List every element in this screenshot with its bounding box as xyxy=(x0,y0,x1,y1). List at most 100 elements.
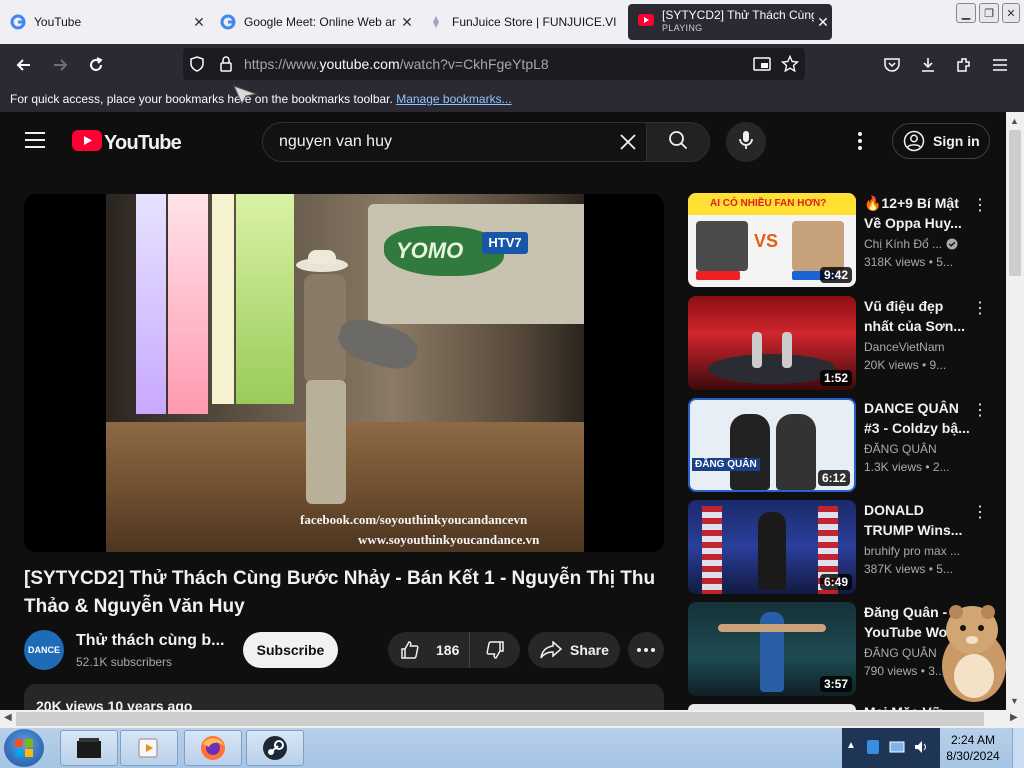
shield-icon[interactable] xyxy=(189,56,205,77)
volume-icon[interactable] xyxy=(912,738,930,761)
video-title: [SYTYCD2] Thử Thách Cùng Bước Nhảy - Bán… xyxy=(24,565,664,621)
taskbar-firefox[interactable] xyxy=(184,730,242,766)
black-window-icon xyxy=(75,736,103,760)
scrollbar-thumb[interactable] xyxy=(16,712,984,726)
recommendation-meta: 318K views • 5... xyxy=(864,255,953,269)
back-icon[interactable] xyxy=(12,53,36,77)
scroll-right-icon[interactable]: ▶ xyxy=(1010,712,1018,723)
voice-search-button[interactable] xyxy=(726,122,766,162)
more-actions-button[interactable] xyxy=(628,632,664,668)
clear-search-icon[interactable] xyxy=(619,133,637,156)
scrollbar-thumb[interactable] xyxy=(1009,130,1021,276)
lock-icon[interactable] xyxy=(219,55,233,78)
tab-funjuice[interactable]: FunJuice Store | FUNJUICE.VI xyxy=(418,4,624,40)
network-icon[interactable] xyxy=(888,738,906,761)
recommendation-title: DANCE QUÂN #3 - Coldzy bậ... xyxy=(864,400,970,436)
recommendation-menu-icon[interactable]: ⋮ xyxy=(972,195,988,215)
recommendation-menu-icon[interactable]: ⋮ xyxy=(972,400,988,420)
like-button[interactable]: 186 xyxy=(388,632,470,668)
picture-in-picture-icon[interactable] xyxy=(753,56,771,77)
video-thumbnail[interactable]: ĐĂNG QUÂN 6:12 xyxy=(688,398,856,492)
share-button[interactable]: Share xyxy=(528,632,620,668)
channel-avatar[interactable]: DANCE xyxy=(24,630,64,670)
recommendation-channel[interactable]: Chị Kính Đổ ... xyxy=(864,237,976,251)
sign-in-button[interactable]: Sign in xyxy=(892,123,990,159)
guide-menu-icon[interactable] xyxy=(24,131,46,154)
channel-name[interactable]: Thử thách cùng b... xyxy=(76,632,224,650)
stage-logo-text: YOMO xyxy=(396,238,464,263)
recommendation-item[interactable]: 6:49 DONALD TRUMP Wins... bruhify pro max… xyxy=(688,500,1006,596)
pocket-icon[interactable] xyxy=(880,53,904,77)
recommendation-item[interactable]: ĐĂNG QUÂN 6:12 DANCE QUÂN #3 - Coldzy bậ.… xyxy=(688,398,1006,494)
recommendation-channel[interactable]: DanceVietNam xyxy=(864,340,976,354)
steam-icon xyxy=(261,734,289,762)
video-thumbnail[interactable]: 6:49 xyxy=(688,500,856,594)
recommendation-channel[interactable]: ĐĂNG QUÂN xyxy=(864,442,976,456)
recommendation-item[interactable]: 1:52 Vũ điệu đẹp nhất của Sơn... DanceVie… xyxy=(688,296,1006,392)
bookmark-star-icon[interactable] xyxy=(780,54,800,78)
search-button[interactable] xyxy=(646,122,710,162)
taskbar-steam[interactable] xyxy=(246,730,304,766)
video-duration: 6:12 xyxy=(817,470,850,486)
store-icon xyxy=(428,14,444,30)
vertical-scrollbar[interactable]: ▲ ▼ xyxy=(1006,112,1024,710)
youtube-header: YouTube nguyen van huy Sign in xyxy=(0,112,1006,170)
taskbar-app-window[interactable] xyxy=(60,730,118,766)
tray-app-icon[interactable] xyxy=(864,738,882,761)
close-window-icon[interactable]: ✕ xyxy=(1002,3,1020,23)
video-duration: 9:42 xyxy=(819,267,852,283)
close-icon[interactable]: ✕ xyxy=(398,14,416,31)
subscribe-label: Subscribe xyxy=(256,642,325,658)
recommendation-menu-icon[interactable]: ⋮ xyxy=(972,502,988,522)
recommendation-channel[interactable]: bruhify pro max ... xyxy=(864,544,976,558)
mouse-cursor-icon xyxy=(232,84,258,111)
minimize-icon[interactable]: ▁ xyxy=(956,3,976,23)
show-hidden-icons-icon[interactable]: ▲ xyxy=(846,740,856,751)
subscribe-button[interactable]: Subscribe xyxy=(243,632,338,668)
recommendation-item[interactable]: AI CÓ NHIỀU FAN HƠN? VS 9:42 🔥12+9 Bí Mậ… xyxy=(688,193,1006,289)
tab-title: FunJuice Store | FUNJUICE.VI xyxy=(452,15,617,29)
search-input[interactable]: nguyen van huy xyxy=(262,122,648,162)
show-desktop-button[interactable] xyxy=(1012,728,1024,768)
taskbar-clock[interactable]: 2:24 AM 8/30/2024 xyxy=(938,732,1008,764)
like-count: 186 xyxy=(436,642,460,658)
forward-icon[interactable] xyxy=(48,53,72,77)
recommendation-menu-icon[interactable]: ⋮ xyxy=(972,298,988,318)
clock-time: 2:24 AM xyxy=(950,733,996,747)
youtube-logo[interactable]: YouTube xyxy=(72,130,182,156)
video-frame: YOMO HTV7 facebook.com/soyouthinkyoucand… xyxy=(106,194,584,552)
video-player[interactable]: YOMO HTV7 facebook.com/soyouthinkyoucand… xyxy=(24,194,664,552)
tab-google-meet[interactable]: Google Meet: Online Web ar ✕ xyxy=(210,4,416,40)
taskbar-media-player[interactable] xyxy=(120,730,178,766)
tab-playing-status: PLAYING xyxy=(662,23,703,33)
tab-active-video[interactable]: [SYTYCD2] Thử Thách Cùng PLAYING ✕ xyxy=(628,4,832,40)
start-button[interactable] xyxy=(4,729,44,767)
sign-in-label: Sign in xyxy=(933,133,980,149)
video-thumbnail[interactable]: 3:57 xyxy=(688,602,856,696)
video-thumbnail[interactable]: AI CÓ NHIỀU FAN HƠN? VS 9:42 xyxy=(688,193,856,287)
hamburger-menu-icon[interactable] xyxy=(988,53,1012,77)
dislike-button[interactable] xyxy=(470,632,520,668)
settings-kebab-icon[interactable] xyxy=(858,132,862,155)
manage-bookmarks-link[interactable]: Manage bookmarks... xyxy=(396,92,511,106)
search-input-value: nguyen van huy xyxy=(279,133,392,150)
video-thumbnail[interactable]: 1:52 xyxy=(688,296,856,390)
thumbs-up-icon xyxy=(400,640,420,660)
address-bar[interactable]: https://www.youtube.com/watch?v=CkhFgeYt… xyxy=(183,48,805,80)
account-circle-icon xyxy=(903,130,925,152)
reload-icon[interactable] xyxy=(84,53,108,77)
scroll-down-icon[interactable]: ▼ xyxy=(1010,696,1019,706)
close-icon[interactable]: ✕ xyxy=(190,14,208,31)
scroll-left-icon[interactable]: ◀ xyxy=(4,712,12,723)
horizontal-scrollbar[interactable]: ◀ ▶ xyxy=(0,710,1024,728)
extensions-icon[interactable] xyxy=(952,53,976,77)
channel-avatar-text: DANCE xyxy=(27,645,60,655)
restore-icon[interactable]: ❐ xyxy=(979,3,999,23)
tab-youtube[interactable]: YouTube ✕ xyxy=(0,4,208,40)
scroll-up-icon[interactable]: ▲ xyxy=(1010,116,1019,126)
downloads-icon[interactable] xyxy=(916,53,940,77)
video-caption-website: www.soyouthinkyoucandance.vn xyxy=(358,532,540,547)
close-icon[interactable]: ✕ xyxy=(814,14,832,31)
google-icon xyxy=(10,14,26,30)
url-text[interactable]: https://www.youtube.com/watch?v=CkhFgeYt… xyxy=(244,56,549,72)
